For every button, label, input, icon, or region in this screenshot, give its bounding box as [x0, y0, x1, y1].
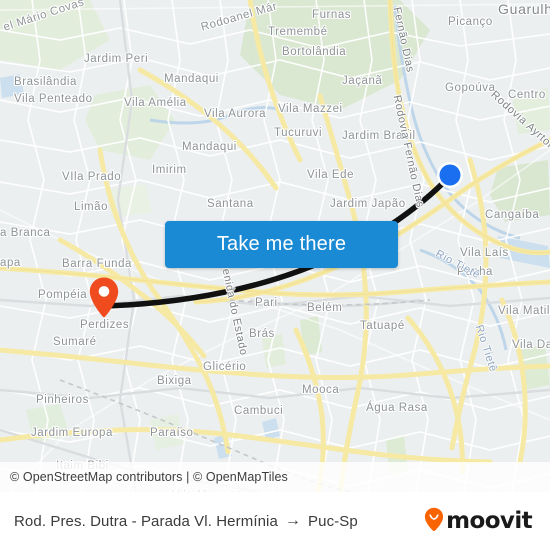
- map-canvas[interactable]: el Mário Covas Rodoanel Már Furnas Tremembé…: [0, 0, 550, 492]
- origin-pin-icon[interactable]: [88, 276, 120, 318]
- take-me-there-button[interactable]: Take me there: [165, 221, 398, 268]
- moovit-logo: moovit: [424, 507, 533, 536]
- arrow-right-icon: →: [284, 512, 302, 529]
- trip-summary: Rod. Pres. Dutra - Parada Vl. Hermínia →…: [14, 513, 358, 530]
- destination-dot-icon[interactable]: [436, 161, 464, 189]
- moovit-pin-icon: [424, 507, 444, 536]
- map-trip-preview: el Mário Covas Rodoanel Már Furnas Tremembé…: [0, 0, 550, 550]
- trip-destination-label: Puc-Sp: [308, 512, 358, 530]
- trip-origin-label: Rod. Pres. Dutra - Parada Vl. Hermínia: [14, 512, 278, 530]
- moovit-wordmark: moovit: [446, 507, 532, 534]
- trip-footer: Rod. Pres. Dutra - Parada Vl. Hermínia →…: [0, 492, 550, 550]
